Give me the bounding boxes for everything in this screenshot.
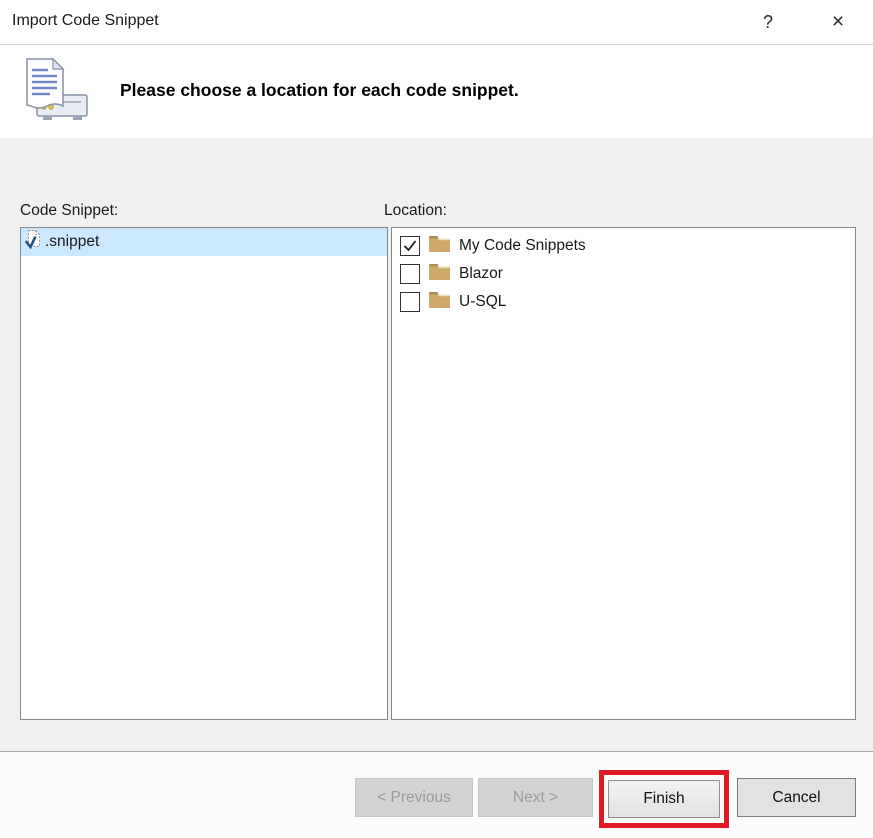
- location-item-u-sql[interactable]: U-SQL: [392, 288, 855, 316]
- list-item-snippet[interactable]: .snippet: [21, 228, 387, 256]
- location-tree[interactable]: My Code Snippets Blazor: [391, 227, 856, 720]
- import-snippet-icon: [17, 56, 89, 129]
- instruction-text: Please choose a location for each code s…: [120, 80, 519, 101]
- close-button[interactable]: ×: [815, 0, 861, 44]
- checkbox-unchecked[interactable]: [400, 292, 420, 312]
- location-item-my-code-snippets[interactable]: My Code Snippets: [392, 232, 855, 260]
- location-item-label: My Code Snippets: [459, 237, 586, 255]
- checkmark-icon: [403, 240, 417, 252]
- location-item-label: Blazor: [459, 265, 503, 283]
- help-icon: ?: [763, 12, 773, 33]
- checkbox-checked[interactable]: [400, 236, 420, 256]
- finish-button[interactable]: Finish: [608, 780, 720, 818]
- folder-icon: [429, 291, 450, 313]
- location-item-blazor[interactable]: Blazor: [392, 260, 855, 288]
- next-button[interactable]: Next >: [478, 778, 593, 817]
- help-button[interactable]: ?: [745, 0, 791, 44]
- close-icon: ×: [832, 10, 844, 34]
- location-tree-items: My Code Snippets Blazor: [392, 228, 855, 316]
- previous-button[interactable]: < Previous: [355, 778, 473, 817]
- folder-icon: [429, 263, 450, 285]
- red-highlight-annotation: Finish: [599, 770, 729, 828]
- header-banner: Please choose a location for each code s…: [0, 46, 873, 138]
- folder-icon: [429, 235, 450, 257]
- snippet-file-name: .snippet: [45, 233, 99, 251]
- footer-bar: < Previous Next > Finish Cancel: [0, 753, 873, 838]
- code-snippet-label: Code Snippet:: [20, 202, 118, 220]
- cancel-button[interactable]: Cancel: [737, 778, 856, 817]
- snippet-file-icon: [25, 229, 42, 255]
- location-item-label: U-SQL: [459, 293, 506, 311]
- window-title: Import Code Snippet: [12, 12, 159, 30]
- import-code-snippet-dialog: Import Code Snippet ? ×: [0, 0, 873, 838]
- code-snippet-list[interactable]: .snippet: [20, 227, 388, 720]
- checkbox-unchecked[interactable]: [400, 264, 420, 284]
- dialog-body: Code Snippet: Location: .snippet: [0, 138, 873, 752]
- title-bar: Import Code Snippet ? ×: [0, 0, 873, 45]
- location-label: Location:: [384, 202, 447, 220]
